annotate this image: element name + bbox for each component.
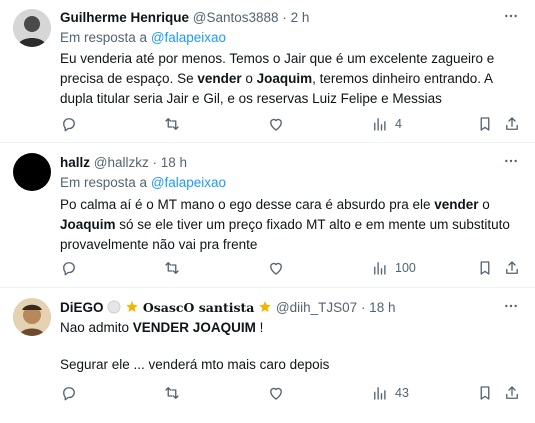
text-segment: o xyxy=(478,197,490,212)
tweet[interactable]: DiEGO 𝐎𝐬𝐚𝐬𝐜𝐎 𝐬𝐚𝐧𝐭𝐢𝐬𝐭𝐚 @diih_TJS07 · 18 h… xyxy=(0,288,535,423)
author-handle[interactable]: @hallzkz xyxy=(94,155,149,170)
tweet-text: Eu venderia até por menos. Temos o Jair … xyxy=(60,49,520,109)
like-button[interactable] xyxy=(267,383,285,403)
highlighted-term: vender xyxy=(197,71,242,86)
reply-button[interactable] xyxy=(60,383,78,403)
tweet-text: Po calma aí é o MT mano o ego desse cara… xyxy=(60,195,520,255)
views-icon xyxy=(374,387,386,400)
like-icon xyxy=(270,118,282,131)
star-icon xyxy=(126,301,138,312)
highlighted-term: Joaquim xyxy=(256,71,313,86)
action-bar: 43 xyxy=(60,383,521,403)
share-button[interactable] xyxy=(503,114,521,134)
retweet-icon xyxy=(165,118,179,130)
author-name[interactable]: DiEGO xyxy=(60,300,104,315)
views-icon xyxy=(374,262,386,275)
text-segment: só se ele tiver um preço fixado MT alto … xyxy=(60,217,510,252)
author-handle[interactable]: @Santos3888 xyxy=(193,10,279,25)
tweet[interactable]: Guilherme Henrique @Santos3888 · 2 h Em … xyxy=(0,0,535,143)
reply-icon xyxy=(63,118,75,132)
like-icon xyxy=(270,262,282,275)
reply-mention-link[interactable]: @falapeixao xyxy=(151,175,226,190)
bookmark-button[interactable] xyxy=(476,258,494,278)
like-icon xyxy=(270,387,282,400)
tweet-text: Nao admito VENDER JOAQUIM ! Segurar ele … xyxy=(60,318,520,375)
retweet-button[interactable] xyxy=(163,383,181,403)
reply-button[interactable] xyxy=(60,258,78,278)
author-name[interactable]: hallz xyxy=(60,155,90,170)
views-count: 43 xyxy=(395,386,409,400)
views-icon xyxy=(374,118,386,131)
reply-icon xyxy=(63,262,75,276)
reply-prefix: Em resposta a xyxy=(60,30,148,45)
more-icon[interactable] xyxy=(501,298,521,318)
views-count: 4 xyxy=(395,117,402,131)
like-button[interactable] xyxy=(267,114,285,134)
highlighted-term: vender xyxy=(434,197,479,212)
reply-mention-link[interactable]: @falapeixao xyxy=(151,30,226,45)
tweet-header: Guilherme Henrique @Santos3888 · 2 h xyxy=(60,9,495,27)
text-segment: Po calma aí é o MT mano o ego desse cara… xyxy=(60,197,435,212)
bookmark-button[interactable] xyxy=(476,383,494,403)
text-segment: ! xyxy=(255,320,264,335)
text-segment: Nao admito xyxy=(60,320,133,335)
timestamp[interactable]: · 18 h xyxy=(361,300,396,315)
tweet-header: DiEGO 𝐎𝐬𝐚𝐬𝐜𝐎 𝐬𝐚𝐧𝐭𝐢𝐬𝐭𝐚 @diih_TJS07 · 18 h xyxy=(60,299,495,317)
reply-feed: Guilherme Henrique @Santos3888 · 2 h Em … xyxy=(0,0,535,423)
display-name-decoration: 𝐎𝐬𝐚𝐬𝐜𝐎 𝐬𝐚𝐧𝐭𝐢𝐬𝐭𝐚 xyxy=(142,300,255,315)
retweet-icon xyxy=(165,262,179,274)
tweet[interactable]: hallz @hallzkz · 18 h Em resposta a @fal… xyxy=(0,143,535,288)
timestamp[interactable]: · 18 h xyxy=(153,155,188,170)
text-segment: o xyxy=(241,71,257,86)
avatar[interactable] xyxy=(13,153,51,191)
share-button[interactable] xyxy=(503,383,521,403)
bookmark-button[interactable] xyxy=(476,114,494,134)
reply-context: Em resposta a @falapeixao xyxy=(60,174,226,192)
share-icon xyxy=(506,117,518,130)
views-button[interactable]: 100 xyxy=(371,258,416,278)
timestamp[interactable]: · 2 h xyxy=(282,10,309,25)
tweet-header: hallz @hallzkz · 18 h xyxy=(60,154,495,172)
share-button[interactable] xyxy=(503,258,521,278)
reply-icon xyxy=(63,387,75,401)
bookmark-icon xyxy=(480,117,490,131)
share-icon xyxy=(506,261,518,274)
reply-prefix: Em resposta a xyxy=(60,175,148,190)
bookmark-icon xyxy=(480,386,490,400)
author-handle[interactable]: @diih_TJS07 xyxy=(276,300,357,315)
views-button[interactable]: 43 xyxy=(371,383,409,403)
highlighted-term: Joaquim xyxy=(60,217,116,232)
retweet-button[interactable] xyxy=(163,258,181,278)
more-icon[interactable] xyxy=(501,8,521,28)
more-icon[interactable] xyxy=(501,153,521,173)
action-bar: 4 xyxy=(60,114,521,134)
like-button[interactable] xyxy=(267,258,285,278)
text-line: Segurar ele ... venderá mto mais caro de… xyxy=(60,357,330,372)
reply-button[interactable] xyxy=(60,114,78,134)
star-icon xyxy=(259,301,271,312)
avatar[interactable] xyxy=(13,298,51,336)
retweet-icon xyxy=(165,387,179,399)
highlighted-term: VENDER JOAQUIM xyxy=(132,320,256,335)
retweet-button[interactable] xyxy=(163,114,181,134)
action-bar: 100 xyxy=(60,258,521,278)
reply-context: Em resposta a @falapeixao xyxy=(60,29,226,47)
share-icon xyxy=(506,386,518,399)
bookmark-icon xyxy=(480,261,490,275)
avatar[interactable] xyxy=(13,9,51,47)
circle-emoji-icon xyxy=(107,300,121,314)
author-name[interactable]: Guilherme Henrique xyxy=(60,10,189,25)
views-count: 100 xyxy=(395,261,416,275)
views-button[interactable]: 4 xyxy=(371,114,402,134)
text-line: Nao admito VENDER JOAQUIM ! xyxy=(60,318,520,338)
